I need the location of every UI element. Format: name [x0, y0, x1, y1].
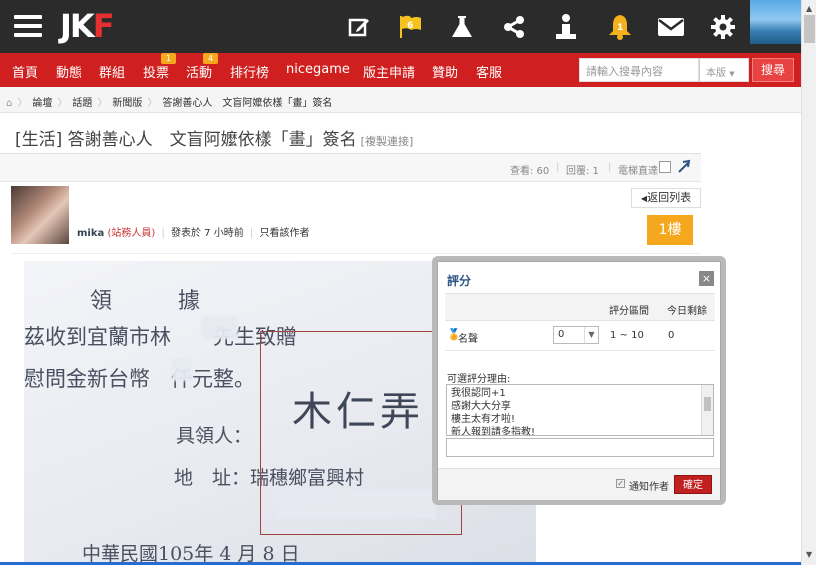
note-line: 慰問金新台幣 仟元整。	[24, 367, 255, 391]
nav-events-label: 活動	[186, 66, 213, 81]
reply-count: 回覆: 1	[566, 166, 599, 177]
col-remaining: 今日剩餘	[667, 306, 707, 317]
top-bar: JKF 6 1	[0, 0, 801, 53]
logo-text: JK	[60, 7, 95, 45]
logo-text-accent: F	[92, 7, 115, 45]
jump-arrow-icon[interactable]	[677, 159, 691, 176]
nav-home[interactable]: 首頁	[12, 62, 38, 81]
scroll-down-icon[interactable]: ▼	[806, 550, 812, 559]
nav-nicegame[interactable]: nicegame	[286, 62, 350, 77]
nav-activity[interactable]: 動態	[56, 62, 82, 81]
nav-groups[interactable]: 群組	[99, 62, 125, 81]
note-heading: 領 據	[90, 289, 223, 314]
flask-icon[interactable]	[445, 10, 479, 44]
mail-icon[interactable]	[654, 10, 688, 44]
bell-icon[interactable]: 1	[603, 10, 637, 44]
divider	[11, 253, 701, 254]
rating-label: 名聲	[458, 334, 478, 345]
scroll-up-icon[interactable]: ▲	[806, 4, 812, 13]
author-info: mika (站務人員) | 發表於 7 小時前 | 只看該作者	[77, 228, 310, 239]
only-author-link[interactable]: 只看該作者	[259, 228, 309, 239]
copy-link[interactable]: [複製連接]	[361, 135, 414, 148]
reason-option[interactable]: 感謝大大分享	[451, 400, 709, 413]
reason-scrollbar[interactable]	[701, 385, 713, 435]
blurred-area	[202, 317, 238, 339]
author-avatar[interactable]	[11, 186, 69, 244]
page-scrollbar[interactable]: ▲ ▼	[801, 0, 816, 565]
breadcrumb-news[interactable]: 新聞版	[112, 98, 142, 109]
bell-badge: 1	[617, 23, 624, 33]
close-icon[interactable]: ×	[699, 271, 714, 286]
rating-table-header: 評分區間 今日剩餘	[445, 293, 715, 321]
rating-remaining: 0	[668, 330, 675, 341]
menu-icon[interactable]	[14, 15, 42, 37]
author-name[interactable]: mika	[77, 228, 104, 239]
edit-icon[interactable]	[342, 10, 376, 44]
back-to-list-label: 返回列表	[647, 191, 692, 204]
notify-label: 通知作者	[629, 482, 669, 493]
flag-badge: 6	[407, 21, 414, 31]
search-scope-label: 本版	[706, 68, 726, 79]
home-icon[interactable]: ⌂	[6, 98, 12, 109]
nav-events[interactable]: 活動 4	[186, 53, 218, 81]
search-scope-select[interactable]: 本版 ▼	[699, 58, 749, 82]
breadcrumb: ⌂ 〉論壇〉話題〉新聞版〉答謝善心人 文盲阿嬤依樣「畫」簽名	[0, 87, 801, 113]
view-count: 查看: 60	[510, 166, 550, 177]
elevator-input[interactable]	[659, 161, 671, 173]
nav-support[interactable]: 客服	[476, 62, 502, 81]
event-badge: 4	[203, 53, 218, 64]
author-role: (站務人員)	[107, 228, 156, 239]
flag-icon[interactable]: 6	[393, 10, 427, 44]
thread-title: [生活] 答謝善心人 文盲阿嬤依樣「畫」簽名	[15, 130, 357, 150]
post-time: 發表於 7 小時前	[171, 228, 244, 239]
reason-list[interactable]: 我很認同+1 感謝大大分享 樓主太有才啦! 新人報到請多指教!	[446, 384, 714, 436]
user-avatar[interactable]	[750, 0, 801, 44]
nav-ranking[interactable]: 排行榜	[230, 62, 269, 81]
site-logo[interactable]: JKF	[60, 7, 115, 45]
breadcrumb-topic[interactable]: 話題	[72, 98, 92, 109]
reason-label: 可選評分理由:	[447, 374, 511, 385]
vote-badge: 1	[161, 53, 176, 64]
rating-range: 1 ~ 10	[610, 330, 644, 341]
user-info-icon[interactable]	[549, 10, 583, 44]
score-value: 0	[558, 329, 565, 340]
breadcrumb-forum[interactable]: 論壇	[32, 98, 52, 109]
dialog-footer: ✓ 通知作者 確定	[438, 468, 720, 500]
reason-input[interactable]	[446, 438, 714, 457]
dialog-title: 評分	[447, 274, 472, 288]
scroll-thumb[interactable]	[804, 15, 815, 43]
page-title: [生活] 答謝善心人 文盲阿嬤依樣「畫」簽名 [複製連接]	[15, 125, 413, 150]
reason-option[interactable]: 我很認同+1	[451, 387, 709, 400]
back-to-list-button[interactable]: ◀返回列表	[631, 188, 701, 208]
search-button[interactable]: 搜尋	[752, 58, 794, 82]
score-select[interactable]: 0 ▼	[553, 326, 599, 344]
chevron-down-icon: ▼	[729, 70, 735, 78]
blurred-area	[172, 359, 192, 381]
rating-dialog: 評分 × 評分區間 今日剩餘 🏅 名聲 0 ▼ 1 ~ 10 0 可選評分理由: …	[437, 261, 721, 500]
notify-checkbox[interactable]: ✓	[616, 479, 625, 488]
note-line: 茲收到宜蘭市林 先生致贈	[24, 325, 297, 349]
main-nav: 首頁 動態 群組 投票 1 活動 4 排行榜 nicegame 版主申請 贊助 客服…	[0, 53, 801, 87]
floor-badge: 1樓	[647, 215, 693, 245]
rating-row: 🏅 名聲 0 ▼ 1 ~ 10 0	[445, 321, 715, 351]
col-range: 評分區間	[609, 306, 649, 317]
search-input[interactable]: 請輸入搜尋內容	[579, 58, 699, 82]
nav-vote-label: 投票	[143, 66, 170, 81]
confirm-button[interactable]: 確定	[674, 475, 712, 494]
gear-icon[interactable]	[706, 10, 740, 44]
page: JKF 6 1 首頁 動態 群組 投票 1 活動 4 排行榜 nicegame …	[0, 0, 816, 565]
nav-moderator-apply[interactable]: 版主申請	[363, 62, 415, 81]
elevator-label: 電梯直達	[618, 166, 658, 177]
nav-sponsor[interactable]: 贊助	[432, 62, 458, 81]
reason-option[interactable]: 樓主太有才啦!	[451, 413, 709, 426]
note-line: 具領人：	[176, 425, 253, 447]
thread-stats: 查看: 60 | 回覆: 1 | 電梯直達	[0, 154, 701, 182]
nav-vote[interactable]: 投票 1	[143, 53, 176, 81]
breadcrumb-current[interactable]: 答謝善心人 文盲阿嬤依樣「畫」簽名	[162, 98, 332, 109]
reason-option[interactable]: 新人報到請多指教!	[451, 426, 709, 435]
share-icon[interactable]	[497, 10, 531, 44]
chevron-down-icon: ▼	[584, 327, 598, 343]
